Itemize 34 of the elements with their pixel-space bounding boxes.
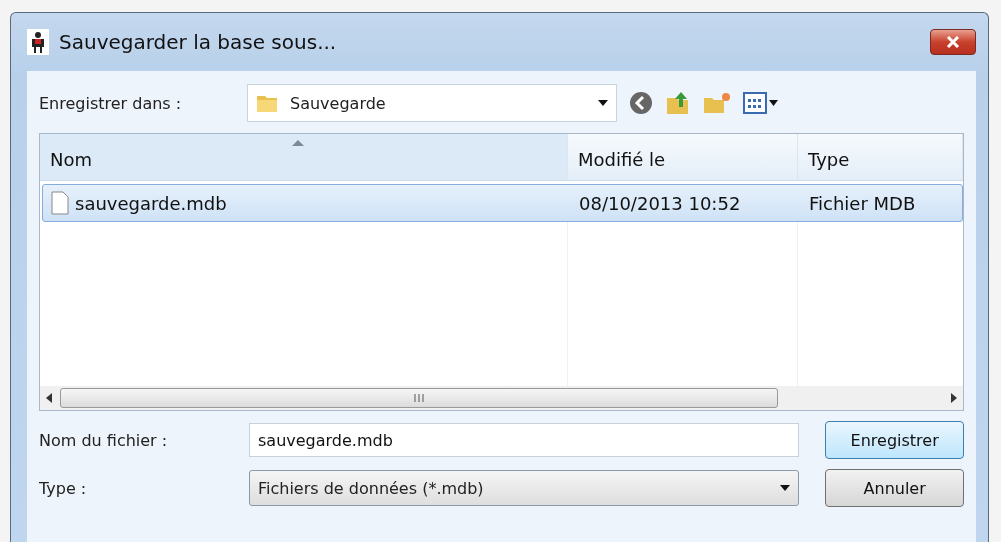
back-icon[interactable] — [629, 91, 653, 115]
dropdown-caret-icon — [780, 485, 791, 491]
grip-icon — [413, 394, 425, 402]
dropdown-caret-icon — [598, 100, 608, 106]
filename-field[interactable]: sauvegarde.mdb — [249, 423, 800, 457]
file-icon — [51, 191, 69, 215]
close-button[interactable] — [930, 29, 976, 55]
save-button[interactable]: Enregistrer — [825, 421, 964, 459]
view-menu-icon[interactable] — [743, 92, 779, 114]
location-dropdown[interactable]: Sauvegarde — [247, 84, 617, 122]
sort-arrow-icon — [291, 140, 304, 146]
scrollbar-thumb[interactable] — [60, 388, 778, 408]
horizontal-scrollbar[interactable] — [40, 386, 963, 410]
filetype-value: Fichiers de données (*.mdb) — [258, 478, 485, 498]
filename-label: Nom du fichier : — [39, 430, 169, 450]
column-header[interactable]: Modifié le — [568, 134, 798, 180]
app-icon — [27, 29, 49, 55]
column-header[interactable]: Nom — [40, 134, 568, 180]
scroll-left-icon — [46, 393, 52, 403]
file-row[interactable]: sauvegarde.mdb 08/10/2013 10:52 Fichier MDB — [42, 184, 963, 222]
modified-cell-text: 08/10/2013 10:52 — [578, 192, 742, 214]
file-name: sauvegarde.mdb — [75, 192, 227, 214]
filetype-label: Type : — [39, 478, 88, 498]
location-label: Enregistrer dans : — [39, 93, 183, 113]
location-value: Sauvegarde — [290, 93, 387, 113]
close-icon — [946, 36, 960, 48]
folder-up-icon[interactable] — [665, 90, 691, 116]
new-folder-icon[interactable] — [703, 92, 731, 114]
type-cell-text: Fichier MDB — [808, 192, 917, 214]
scroll-right-icon — [951, 393, 957, 403]
column-header[interactable]: Type — [798, 134, 963, 180]
filetype-dropdown[interactable]: Fichiers de données (*.mdb) — [249, 470, 800, 506]
cancel-button[interactable]: Annuler — [825, 469, 964, 507]
window-title: Sauvegarder la base sous... — [59, 30, 338, 54]
